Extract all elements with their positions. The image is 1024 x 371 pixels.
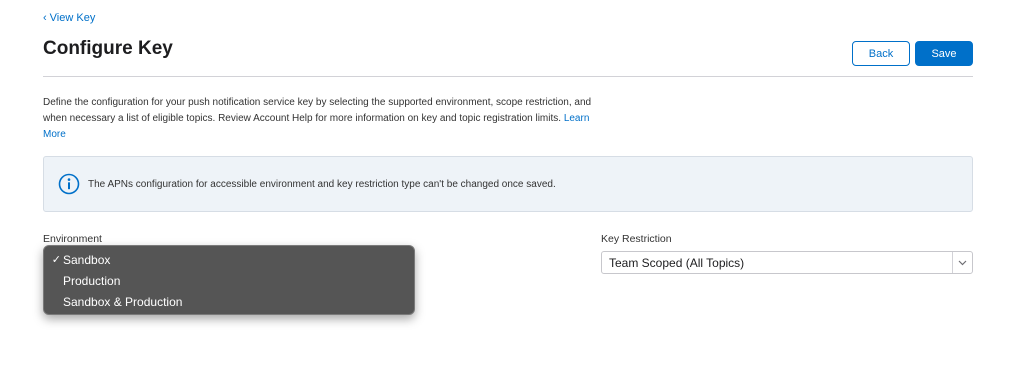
save-button[interactable]: Save [915,41,973,66]
environment-option-production[interactable]: Production [44,270,414,291]
header-divider [43,76,973,77]
environment-option-sandbox-production[interactable]: Sandbox & Production [44,291,414,312]
checkmark-icon: ✓ [51,254,61,266]
environment-dropdown-menu: ✓ Sandbox Production Sandbox & Productio… [43,245,415,315]
option-label: Sandbox & Production [63,294,183,309]
page-title: Configure Key [43,38,173,59]
key-restriction-value: Team Scoped (All Topics) [609,255,745,270]
description: Define the configuration for your push n… [43,95,613,143]
key-restriction-label: Key Restriction [601,233,672,245]
back-button[interactable]: Back [852,41,910,66]
environment-option-sandbox[interactable]: ✓ Sandbox [44,249,414,270]
description-text: Define the configuration for your push n… [43,97,592,124]
key-restriction-select[interactable]: Team Scoped (All Topics) [601,251,973,274]
chevron-left-icon: ‹ [43,12,47,24]
info-circle-icon [58,173,80,195]
info-message: The APNs configuration for accessible en… [88,178,556,190]
environment-label: Environment [43,233,102,245]
option-label: Sandbox [63,252,111,267]
chevron-down-icon [952,252,972,273]
configure-key-page: ‹ View Key Configure Key Back Save Define… [0,0,1024,371]
back-link-label: View Key [49,12,96,24]
info-banner: The APNs configuration for accessible en… [43,156,973,212]
option-label: Production [63,273,121,288]
view-key-back-link[interactable]: ‹ View Key [43,12,95,24]
